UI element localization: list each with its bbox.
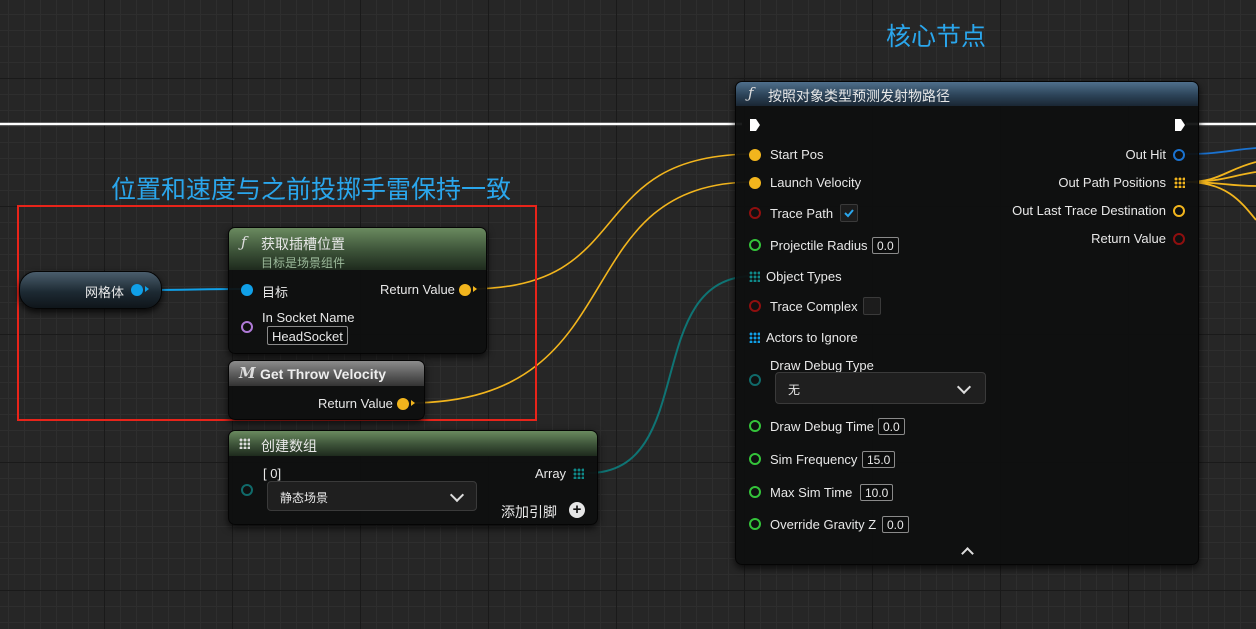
out-hit-label: Out Hit xyxy=(1125,147,1166,162)
array-output-pin[interactable] xyxy=(573,468,584,479)
socket-name-pin[interactable] xyxy=(241,321,253,333)
collapse-advanced-icon[interactable] xyxy=(961,547,974,560)
trace-path-label: Trace Path xyxy=(770,206,834,221)
actors-to-ignore-pin[interactable] xyxy=(749,332,760,343)
array-icon xyxy=(239,438,250,449)
socket-name-label: In Socket Name xyxy=(262,310,355,325)
core-node-comment: 核心节点 xyxy=(886,22,987,51)
sim-frequency-field[interactable]: 15.0 xyxy=(862,451,896,468)
function-icon: ƒ xyxy=(241,233,247,251)
predict-return-value-label: Return Value xyxy=(1091,231,1166,246)
consistency-comment: 位置和速度与之前投掷手雷保持一致 xyxy=(111,175,512,204)
add-pin-icon[interactable]: + xyxy=(569,502,585,518)
draw-debug-type-selected: 无 xyxy=(788,383,801,397)
object-types-wire xyxy=(587,275,755,474)
macro-icon: M xyxy=(239,364,256,382)
target-label: 目标 xyxy=(262,285,289,300)
max-sim-time-label: Max Sim Time xyxy=(770,485,853,500)
trace-path-checkbox[interactable] xyxy=(840,204,858,222)
mesh-variable-label: 网格体 xyxy=(85,285,125,300)
launch-velocity-pin[interactable] xyxy=(749,177,761,189)
draw-debug-type-dropdown[interactable]: 无 xyxy=(775,372,986,404)
make-array-node[interactable]: 创建数组 [ 0] 静态场景 Array 添加引脚 + xyxy=(228,430,598,525)
override-gravity-label: Override Gravity Z xyxy=(770,517,877,532)
velocity-return-label: Return Value xyxy=(318,396,393,411)
checkmark-icon xyxy=(844,209,854,218)
out-path-positions-pin[interactable] xyxy=(1174,177,1185,188)
draw-debug-time-pin[interactable] xyxy=(749,420,761,432)
mesh-output-pin[interactable] xyxy=(131,284,149,296)
draw-debug-time-label: Draw Debug Time xyxy=(770,419,875,434)
velocity-node-header[interactable]: M Get Throw Velocity xyxy=(229,361,424,386)
projectile-radius-field[interactable]: 0.0 xyxy=(872,237,899,254)
socket-node-title: 获取插槽位置 xyxy=(261,236,345,252)
get-socket-location-node[interactable]: ƒ 获取插槽位置 目标是场景组件 目标 Return Value In Sock… xyxy=(228,227,487,354)
trace-path-pin[interactable] xyxy=(749,207,761,219)
socket-node-subtitle: 目标是场景组件 xyxy=(261,256,346,270)
max-sim-time-pin[interactable] xyxy=(749,486,761,498)
trace-complex-pin[interactable] xyxy=(749,300,761,312)
sim-frequency-pin[interactable] xyxy=(749,453,761,465)
object-type-dropdown[interactable]: 静态场景 xyxy=(267,481,477,511)
object-type-selected: 静态场景 xyxy=(280,491,329,505)
exec-output-pin[interactable] xyxy=(1174,118,1186,132)
override-gravity-field[interactable]: 0.0 xyxy=(882,516,909,533)
trace-complex-checkbox[interactable] xyxy=(863,297,881,315)
exec-input-pin[interactable] xyxy=(749,118,761,132)
socket-node-header[interactable]: ƒ 获取插槽位置 目标是场景组件 xyxy=(229,228,486,270)
out-path-positions-label: Out Path Positions xyxy=(1058,175,1166,190)
function-icon: ƒ xyxy=(748,84,754,102)
mesh-variable-node[interactable]: 网格体 xyxy=(19,271,162,309)
velocity-node-title: Get Throw Velocity xyxy=(260,366,387,382)
start-pos-label: Start Pos xyxy=(770,147,824,162)
add-pin-label[interactable]: 添加引脚 xyxy=(501,502,557,522)
socket-return-pin[interactable] xyxy=(459,284,477,296)
array-element-pin[interactable] xyxy=(241,484,253,496)
out-last-trace-destination-label: Out Last Trace Destination xyxy=(1012,203,1166,218)
draw-debug-type-pin[interactable] xyxy=(749,374,761,386)
chevron-down-icon xyxy=(956,379,972,395)
object-types-label: Object Types xyxy=(766,269,842,284)
draw-debug-time-field[interactable]: 0.0 xyxy=(878,418,905,435)
out-last-trace-destination-pin[interactable] xyxy=(1173,205,1185,217)
trace-complex-label: Trace Complex xyxy=(770,299,858,314)
array-node-header[interactable]: 创建数组 xyxy=(229,431,597,456)
predict-projectile-path-node[interactable]: ƒ 按照对象类型预测发射物路径 Start Pos Launch Velocit… xyxy=(735,81,1199,565)
object-types-pin[interactable] xyxy=(749,271,760,282)
projectile-radius-label: Projectile Radius xyxy=(770,238,868,253)
chevron-down-icon xyxy=(449,487,465,503)
socket-name-field[interactable]: HeadSocket xyxy=(267,326,348,345)
actors-to-ignore-label: Actors to Ignore xyxy=(766,330,858,345)
start-pos-pin[interactable] xyxy=(749,149,761,161)
max-sim-time-field[interactable]: 10.0 xyxy=(860,484,894,501)
predict-node-header[interactable]: ƒ 按照对象类型预测发射物路径 xyxy=(736,82,1198,106)
array-output-label: Array xyxy=(535,466,567,481)
array-index-label: [ 0] xyxy=(263,466,282,481)
override-gravity-pin[interactable] xyxy=(749,518,761,530)
projectile-radius-pin[interactable] xyxy=(749,239,761,251)
sim-frequency-label: Sim Frequency xyxy=(770,452,858,467)
predict-return-value-pin[interactable] xyxy=(1173,233,1185,245)
array-node-title: 创建数组 xyxy=(261,438,317,454)
return-value-label: Return Value xyxy=(380,282,455,297)
target-input-pin[interactable] xyxy=(241,284,253,296)
predict-node-title: 按照对象类型预测发射物路径 xyxy=(768,88,950,104)
draw-debug-type-label: Draw Debug Type xyxy=(770,358,874,373)
out-hit-pin[interactable] xyxy=(1173,149,1185,161)
get-throw-velocity-node[interactable]: M Get Throw Velocity Return Value xyxy=(228,360,425,420)
velocity-return-pin[interactable] xyxy=(397,398,415,410)
launch-velocity-label: Launch Velocity xyxy=(770,175,862,190)
